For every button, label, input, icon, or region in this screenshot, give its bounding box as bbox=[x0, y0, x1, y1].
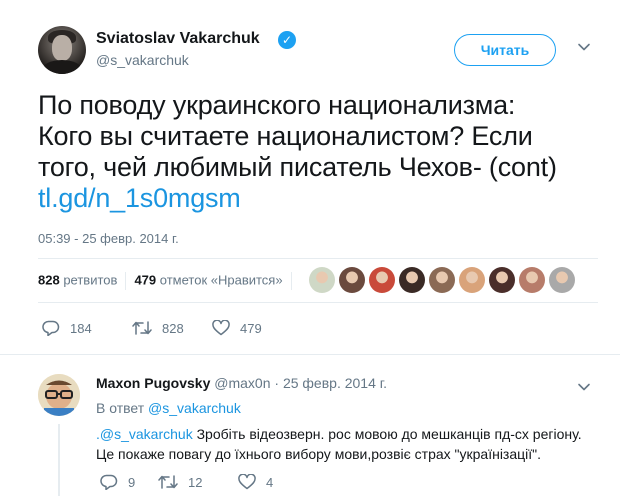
liker-avatar[interactable] bbox=[339, 267, 365, 293]
reply-button[interactable]: 9 bbox=[100, 474, 158, 490]
verified-badge-icon: ✓ bbox=[278, 31, 296, 49]
tweet-text: По поводу украинского национализма: Кого… bbox=[38, 90, 598, 214]
reply-text-line: Зробіть відеозверн. рос мовою до мешканц… bbox=[192, 426, 582, 442]
liker-avatar[interactable] bbox=[489, 267, 515, 293]
likes-count: 479 bbox=[134, 272, 157, 288]
reply-author-name[interactable]: Maxon Pugovsky bbox=[96, 375, 210, 391]
reply-header: Maxon Pugovsky @max0n · 25 февр. 2014 г. bbox=[96, 375, 387, 391]
retweets-stat[interactable]: 828 ретвитов bbox=[38, 272, 117, 287]
chevron-down-icon[interactable] bbox=[577, 380, 591, 394]
tweet-link[interactable]: tl.gd/n_1s0mgsm bbox=[38, 183, 598, 214]
reply-count: 9 bbox=[128, 474, 136, 490]
heart-icon bbox=[212, 320, 230, 336]
reply-icon bbox=[42, 320, 60, 336]
tweet-text-line: По поводу украинского национализма: bbox=[38, 90, 516, 120]
reply-separator: · bbox=[270, 375, 283, 391]
retweet-count: 12 bbox=[188, 474, 203, 490]
liker-avatar[interactable] bbox=[369, 267, 395, 293]
follow-button[interactable]: Читать bbox=[454, 34, 556, 66]
reply-count: 184 bbox=[70, 320, 92, 336]
liker-avatar[interactable] bbox=[519, 267, 545, 293]
reply-author-handle[interactable]: @max0n bbox=[214, 375, 270, 391]
tweet-timestamp[interactable]: 05:39 - 25 февр. 2014 г. bbox=[38, 231, 179, 246]
liker-avatar[interactable] bbox=[399, 267, 425, 293]
reply-text: .@s_vakarchuk Зробіть відеозверн. рос мо… bbox=[96, 424, 596, 464]
reply-author-avatar[interactable] bbox=[38, 374, 80, 416]
likes-label: отметок «Нравится» bbox=[159, 272, 283, 288]
like-button[interactable]: 4 bbox=[238, 474, 298, 490]
reply-mention[interactable]: .@s_vakarchuk bbox=[96, 426, 193, 442]
liker-avatar[interactable] bbox=[549, 267, 575, 293]
reply-button[interactable]: 184 bbox=[42, 320, 132, 336]
reply-icon bbox=[100, 474, 118, 490]
retweet-button[interactable]: 12 bbox=[158, 474, 238, 490]
reply-date[interactable]: 25 февр. 2014 г. bbox=[283, 375, 387, 391]
tweet-actions: 184 828 479 bbox=[42, 320, 292, 336]
thread-line bbox=[58, 424, 60, 496]
reply-actions: 9 12 4 bbox=[100, 474, 298, 490]
tweet-stats: 828 ретвитов 479 отметок «Нравится» bbox=[38, 272, 300, 290]
divider bbox=[38, 258, 598, 259]
retweets-label: ретвитов bbox=[63, 272, 118, 288]
like-count: 479 bbox=[240, 320, 262, 336]
liker-avatars bbox=[309, 267, 579, 293]
heart-icon bbox=[238, 474, 256, 490]
divider bbox=[38, 302, 598, 303]
in-reply-to: В ответ @s_vakarchuk bbox=[96, 400, 241, 416]
author-avatar[interactable] bbox=[38, 26, 86, 74]
like-button[interactable]: 479 bbox=[212, 320, 292, 336]
divider bbox=[0, 354, 620, 355]
reply-text-line: Це покаже повагу до їхнього вибору мови,… bbox=[96, 446, 542, 462]
liker-avatar[interactable] bbox=[459, 267, 485, 293]
likes-stat[interactable]: 479 отметок «Нравится» bbox=[134, 272, 282, 287]
tweet-text-line: того, чей любимый писатель Чехов- (cont) bbox=[38, 152, 557, 182]
like-count: 4 bbox=[266, 474, 274, 490]
retweet-icon bbox=[132, 320, 152, 336]
in-reply-handle[interactable]: @s_vakarchuk bbox=[148, 400, 241, 416]
tweet-text-line: Кого вы считаете националистом? Если bbox=[38, 121, 533, 151]
retweet-count: 828 bbox=[162, 320, 184, 336]
liker-avatar[interactable] bbox=[429, 267, 455, 293]
retweet-icon bbox=[158, 474, 178, 490]
author-handle[interactable]: @s_vakarchuk bbox=[96, 52, 189, 68]
author-display-name[interactable]: Sviatoslav Vakarchuk bbox=[96, 30, 260, 48]
liker-avatar[interactable] bbox=[309, 267, 335, 293]
retweet-button[interactable]: 828 bbox=[132, 320, 212, 336]
chevron-down-icon[interactable] bbox=[577, 40, 591, 54]
retweets-count: 828 bbox=[38, 272, 60, 288]
in-reply-prefix: В ответ bbox=[96, 400, 149, 416]
